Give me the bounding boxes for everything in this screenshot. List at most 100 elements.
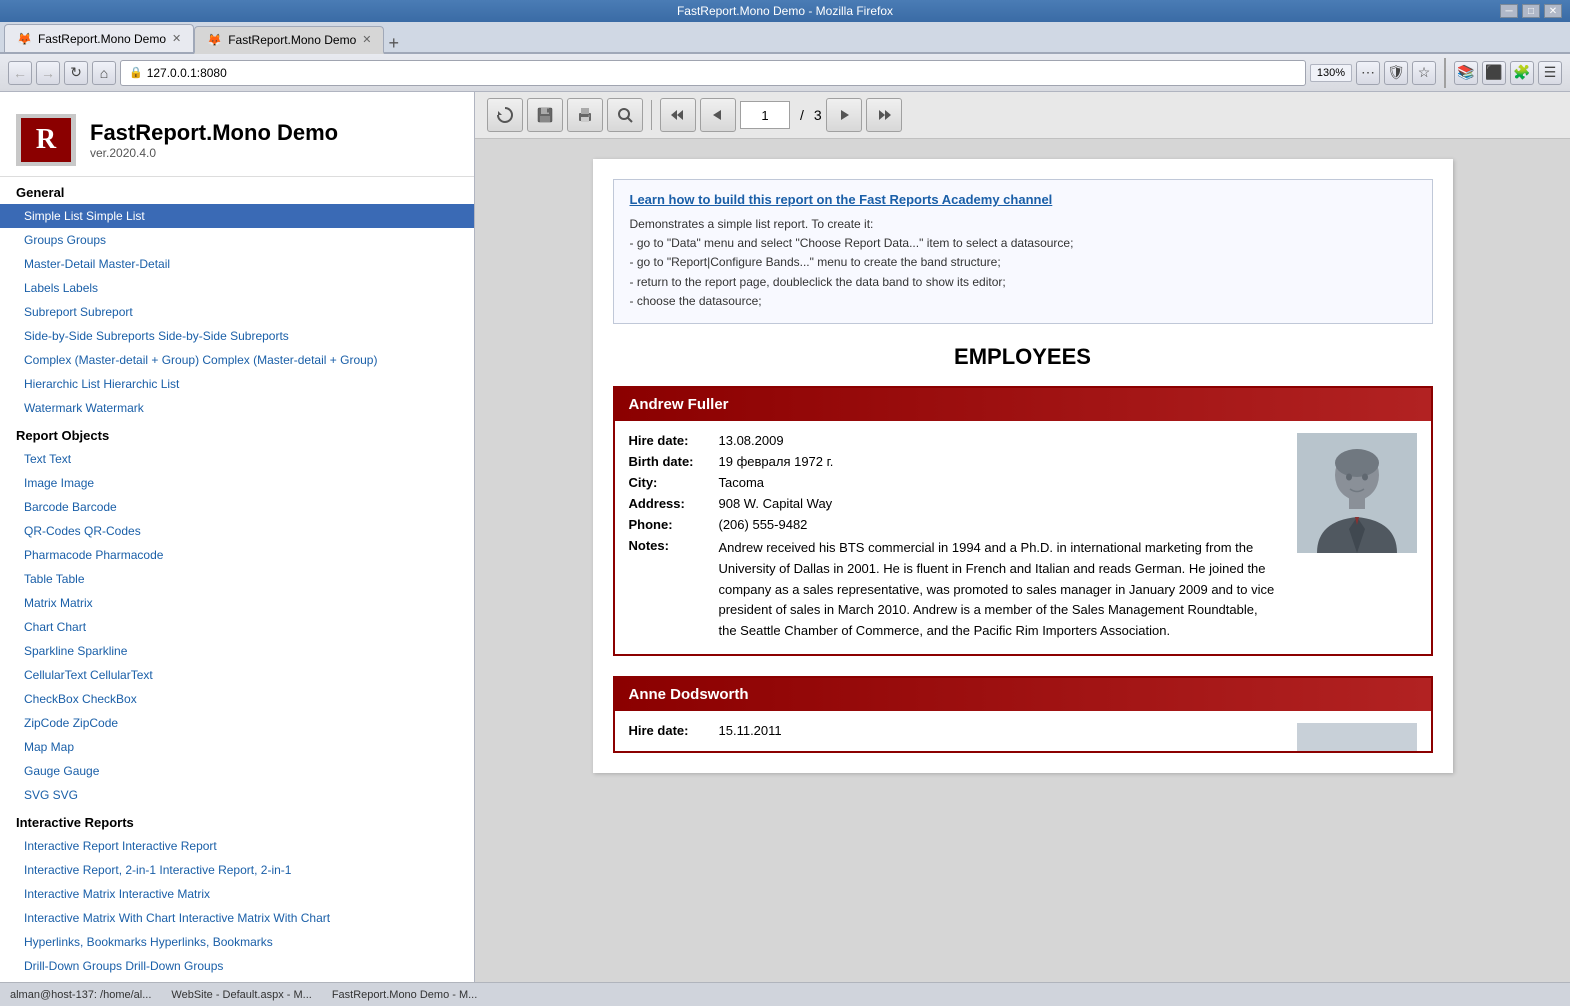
close-button[interactable]: ✕ <box>1544 4 1562 18</box>
hire-date-label-2: Hire date: <box>629 723 719 738</box>
back-button[interactable]: ← <box>8 61 32 85</box>
main-content: R FastReport.Mono Demo ver.2020.4.0 Gene… <box>0 92 1570 982</box>
sidebar-item-map[interactable]: Map Map <box>0 735 474 759</box>
sidebar-item-simple-list[interactable]: Simple List Simple List <box>0 204 474 228</box>
sidebar: R FastReport.Mono Demo ver.2020.4.0 Gene… <box>0 92 475 982</box>
minimize-button[interactable]: ─ <box>1500 4 1518 18</box>
sidebar-item-master-detail[interactable]: Master-Detail Master-Detail <box>0 252 474 276</box>
sidebar-item-svg[interactable]: SVG SVG <box>0 783 474 807</box>
first-page-button[interactable] <box>660 98 696 132</box>
forward-button[interactable]: → <box>36 61 60 85</box>
home-button[interactable]: ⌂ <box>92 61 116 85</box>
sidebar-item-gauge[interactable]: Gauge Gauge <box>0 759 474 783</box>
reload-button[interactable]: ↻ <box>64 61 88 85</box>
sidebar-item-complex[interactable]: Complex (Master-detail + Group) Complex … <box>0 348 474 372</box>
sidebar-item-barcode[interactable]: Barcode Barcode <box>0 495 474 519</box>
academy-link[interactable]: Learn how to build this report on the Fa… <box>630 192 1416 207</box>
refresh-button[interactable] <box>487 98 523 132</box>
bookmark-icon[interactable]: ☆ <box>1412 61 1436 85</box>
section-general-header: General <box>0 177 474 204</box>
employee-1-body: Hire date: 13.08.2009 Birth date: 19 фев… <box>615 421 1431 654</box>
sidebar-item-table[interactable]: Table Table <box>0 567 474 591</box>
last-page-button[interactable] <box>866 98 902 132</box>
sidebar-item-groups[interactable]: Groups Groups <box>0 228 474 252</box>
address-label-1: Address: <box>629 496 719 511</box>
city-row-1: City: Tacoma <box>629 475 1277 490</box>
menu-button[interactable]: ⋯ <box>1356 61 1380 85</box>
sidebar-item-zipcode[interactable]: ZipCode ZipCode <box>0 711 474 735</box>
report-area: Learn how to build this report on the Fa… <box>475 139 1570 793</box>
sidebar-item-drilldown[interactable]: Drill-Down Groups Drill-Down Groups <box>0 954 474 978</box>
extensions-icon[interactable]: 🧩 <box>1510 61 1534 85</box>
sidebar-item-watermark[interactable]: Watermark Watermark <box>0 396 474 420</box>
print-button[interactable] <box>567 98 603 132</box>
sidebar-item-image[interactable]: Image Image <box>0 471 474 495</box>
address-value-1: 908 W. Capital Way <box>719 496 1277 511</box>
sidebar-item-chart[interactable]: Chart Chart <box>0 615 474 639</box>
logo-inner: R <box>21 118 71 162</box>
sidebar-item-hyperlinks[interactable]: Hyperlinks, Bookmarks Hyperlinks, Bookma… <box>0 930 474 954</box>
app-title: FastReport.Mono Demo <box>90 120 338 146</box>
sidebar-item-interactive-report[interactable]: Interactive Report Interactive Report <box>0 834 474 858</box>
sidebar-item-checkbox[interactable]: CheckBox CheckBox <box>0 687 474 711</box>
status-item-2: WebSite - Default.aspx - M... <box>171 989 311 1001</box>
status-item-1: alman@host-137: /home/al... <box>10 989 151 1001</box>
browser-window: FastReport.Mono Demo - Mozilla Firefox ─… <box>0 0 1570 1006</box>
secure-icon: 🔒 <box>129 66 143 79</box>
hamburger-menu[interactable]: ☰ <box>1538 61 1562 85</box>
sidebar-item-interactive-matrix[interactable]: Interactive Matrix Interactive Matrix <box>0 882 474 906</box>
nav-bar: ← → ↻ ⌂ 🔒 127.0.0.1:8080 130% ⋯ 🛡 ☆ 📚 ⬛ … <box>0 54 1570 92</box>
right-panel: 1 / 3 <box>475 92 1570 982</box>
current-page-input[interactable]: 1 <box>740 101 790 129</box>
phone-label-1: Phone: <box>629 517 719 532</box>
prev-page-button[interactable] <box>700 98 736 132</box>
next-page-button[interactable] <box>826 98 862 132</box>
info-box: Learn how to build this report on the Fa… <box>613 179 1433 324</box>
sidebar-item-subreport[interactable]: Subreport Subreport <box>0 300 474 324</box>
tab-1-favicon: 🦊 <box>17 32 32 46</box>
employee-card-1: Andrew Fuller Hire date: 13.08.2009 Birt… <box>613 386 1433 656</box>
toolbar-separator-1 <box>651 100 652 130</box>
status-item-3: FastReport.Mono Demo - M... <box>332 989 478 1001</box>
address-bar[interactable]: 🔒 127.0.0.1:8080 <box>120 60 1306 86</box>
search-button[interactable] <box>607 98 643 132</box>
sidebar-item-text[interactable]: Text Text <box>0 447 474 471</box>
hire-date-label-1: Hire date: <box>629 433 719 448</box>
sidebar-item-qrcodes[interactable]: QR-Codes QR-Codes <box>0 519 474 543</box>
shield-icon[interactable]: 🛡 <box>1384 61 1408 85</box>
tab-1[interactable]: 🦊 FastReport.Mono Demo ✕ <box>4 24 194 52</box>
city-value-1: Tacoma <box>719 475 1277 490</box>
tab-bar: 🦊 FastReport.Mono Demo ✕ 🦊 FastReport.Mo… <box>0 22 1570 54</box>
tab-2[interactable]: 🦊 FastReport.Mono Demo ✕ <box>194 26 384 54</box>
library-icon[interactable]: 📚 <box>1454 61 1478 85</box>
tab-1-close[interactable]: ✕ <box>172 32 181 45</box>
sidebar-item-sparkline[interactable]: Sparkline Sparkline <box>0 639 474 663</box>
tab-2-close[interactable]: ✕ <box>362 33 371 46</box>
app-version: ver.2020.4.0 <box>90 146 338 160</box>
tab-1-label: FastReport.Mono Demo <box>38 32 166 46</box>
employee-1-photo <box>1297 433 1417 553</box>
sidebar-toggle[interactable]: ⬛ <box>1482 61 1506 85</box>
sidebar-item-interactive-matrix-chart[interactable]: Interactive Matrix With Chart Interactiv… <box>0 906 474 930</box>
new-tab-button[interactable]: + <box>388 34 399 52</box>
sidebar-item-cellulartext[interactable]: CellularText CellularText <box>0 663 474 687</box>
city-label-1: City: <box>629 475 719 490</box>
sidebar-item-hierarchic[interactable]: Hierarchic List Hierarchic List <box>0 372 474 396</box>
sidebar-item-side-by-side[interactable]: Side-by-Side Subreports Side-by-Side Sub… <box>0 324 474 348</box>
logo-r: R <box>36 124 56 156</box>
phone-row-1: Phone: (206) 555-9482 <box>629 517 1277 532</box>
zoom-indicator: 130% <box>1310 64 1352 82</box>
sidebar-item-interactive-report-2in1[interactable]: Interactive Report, 2-in-1 Interactive R… <box>0 858 474 882</box>
status-bar: alman@host-137: /home/al... WebSite - De… <box>0 982 1570 1006</box>
employee-card-2: Anne Dodsworth Hire date: 15.11.2011 <box>613 676 1433 753</box>
title-bar: FastReport.Mono Demo - Mozilla Firefox ─… <box>0 0 1570 22</box>
notes-value-1: Andrew received his BTS commercial in 19… <box>719 538 1277 642</box>
maximize-button[interactable]: □ <box>1522 4 1540 18</box>
birth-date-value-1: 19 февраля 1972 г. <box>719 454 1277 469</box>
employee-2-header: Anne Dodsworth <box>615 678 1431 711</box>
sidebar-item-matrix[interactable]: Matrix Matrix <box>0 591 474 615</box>
sidebar-item-pharmacode[interactable]: Pharmacode Pharmacode <box>0 543 474 567</box>
save-button[interactable] <box>527 98 563 132</box>
toolbar: 1 / 3 <box>475 92 1570 139</box>
sidebar-item-labels[interactable]: Labels Labels <box>0 276 474 300</box>
